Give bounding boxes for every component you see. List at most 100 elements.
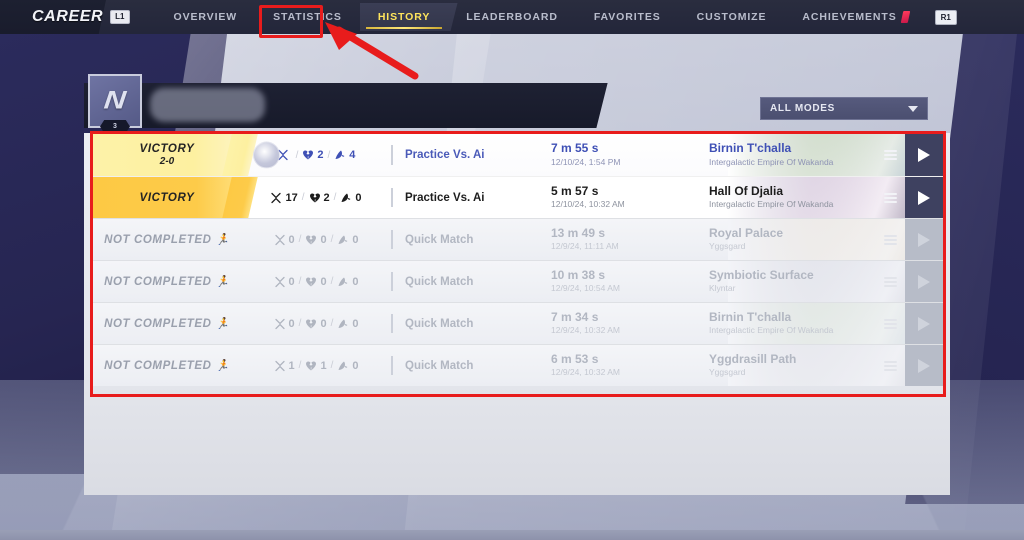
mode-filter-dropdown[interactable]: ALL MODES [760, 97, 928, 120]
match-mode-cell: Practice Vs. Ai [391, 134, 551, 176]
stat-separator: / [298, 276, 302, 287]
match-mode-cell: Practice Vs. Ai [391, 177, 551, 218]
annotation-arrow-icon [325, 22, 419, 80]
play-icon [918, 148, 930, 162]
stat-separator: / [298, 318, 302, 329]
match-details-icon[interactable] [884, 318, 897, 329]
match-details-icon[interactable] [884, 276, 897, 287]
match-duration: 7 m 34 s [551, 309, 599, 324]
match-duration: 7 m 55 s [551, 141, 599, 156]
death-icon [306, 319, 317, 328]
stat-deaths: 0 [305, 233, 327, 246]
match-replay-button[interactable] [905, 134, 943, 176]
match-details-icon[interactable] [884, 360, 897, 371]
r1-button-hint[interactable]: R1 [934, 9, 957, 25]
match-history-row[interactable]: VICTORY 2-0 / 2 / 4 Practice Vs. Ai 7 m … [93, 134, 943, 176]
match-result-cell: NOT COMPLETED 🏃 [93, 261, 241, 302]
mode-filter-value: ALL MODES [770, 103, 836, 114]
stat-separator: / [301, 192, 305, 203]
elimination-icon [274, 360, 285, 371]
l1-button-hint[interactable]: L1 [110, 10, 130, 24]
stat-deaths-value: 2 [317, 149, 324, 161]
match-result-label: VICTORY [139, 191, 195, 204]
stat-separator: / [330, 276, 334, 287]
match-history-row[interactable]: NOT COMPLETED 🏃 0 / 0 / 0 Quick Match 10 … [93, 260, 943, 302]
stat-separator: / [333, 192, 337, 203]
death-icon [306, 277, 317, 286]
match-timestamp: 12/10/24, 10:32 AM [551, 199, 625, 210]
match-history-row[interactable]: NOT COMPLETED 🏃 1 / 1 / 0 Quick Match 6 m… [93, 344, 943, 386]
running-person-icon: 🏃 [215, 276, 230, 288]
play-icon [918, 358, 930, 373]
stat-eliminations-value: 17 [285, 191, 298, 204]
stat-assists: 0 [340, 192, 362, 204]
match-mode-label: Quick Match [405, 317, 474, 330]
match-replay-button[interactable] [905, 177, 943, 218]
stat-assists: 0 [337, 276, 358, 288]
match-timestamp: 12/9/24, 11:11 AM [551, 241, 619, 252]
match-history-row[interactable]: VICTORY 17 / 2 / 0 Practice Vs. Ai 5 m 5… [93, 176, 943, 218]
tab-customize[interactable]: CUSTOMIZE [679, 3, 785, 31]
match-timestamp: 12/9/24, 10:32 AM [551, 325, 620, 336]
stat-eliminations: 17 [270, 191, 298, 204]
career-brand: CAREER L1 [32, 8, 130, 26]
tab-favorites[interactable]: FAVORITES [576, 3, 679, 31]
stat-separator: / [330, 234, 334, 245]
tab-achievements[interactable]: ACHIEVEMENTS [784, 3, 926, 31]
match-timestamp: 12/9/24, 10:54 AM [551, 283, 620, 294]
match-stats-cell: / 2 / 4 [241, 134, 391, 176]
match-replay-button[interactable] [905, 303, 943, 344]
stat-deaths: 0 [305, 276, 327, 288]
match-details-icon[interactable] [884, 192, 897, 203]
match-result-cell: VICTORY [93, 177, 241, 218]
death-icon [306, 235, 317, 244]
stat-assists-value: 0 [352, 275, 359, 288]
assist-icon [338, 235, 348, 244]
match-result-label: NOT COMPLETED 🏃 [104, 318, 230, 330]
stat-separator: / [330, 360, 334, 371]
match-history-row[interactable]: NOT COMPLETED 🏃 0 / 0 / 0 Quick Match 13 … [93, 218, 943, 260]
stat-deaths: 1 [305, 360, 327, 372]
stat-deaths-value: 0 [320, 317, 327, 330]
match-replay-button[interactable] [905, 219, 943, 260]
chevron-down-icon [908, 105, 918, 112]
match-replay-button[interactable] [905, 345, 943, 386]
match-map-cell: Hall Of Djalia Intergalactic Empire Of W… [699, 177, 943, 218]
stat-assists: 0 [337, 234, 358, 246]
match-stats-cell: 0 / 0 / 0 [241, 303, 391, 344]
match-duration: 10 m 38 s [551, 267, 606, 282]
elimination-icon [274, 276, 285, 287]
avatar-logo-icon: N [102, 86, 128, 115]
match-timestamp: 12/10/24, 1:54 PM [551, 156, 621, 167]
stat-deaths: 0 [305, 317, 327, 330]
match-replay-button[interactable] [905, 261, 943, 302]
assist-icon [341, 193, 351, 202]
match-time-cell: 7 m 34 s 12/9/24, 10:32 AM [551, 303, 699, 344]
avatar[interactable]: N 3 [88, 74, 142, 133]
tab-overview[interactable]: OVERVIEW [156, 3, 256, 31]
match-mode-cell: Quick Match [391, 303, 551, 344]
play-icon [918, 316, 930, 331]
match-history-row[interactable]: NOT COMPLETED 🏃 0 / 0 / 0 Quick Match 7 m… [93, 302, 943, 344]
match-result-label: NOT COMPLETED 🏃 [104, 360, 230, 372]
stat-assists-value: 0 [352, 233, 359, 246]
stat-deaths: 2 [302, 149, 324, 161]
stat-assists: 0 [337, 318, 358, 330]
tab-achievements-label: ACHIEVEMENTS [802, 11, 897, 23]
match-result-label: NOT COMPLETED 🏃 [104, 276, 230, 288]
match-details-icon[interactable] [884, 234, 897, 245]
stat-separator: / [327, 149, 331, 161]
match-result-label: VICTORY [139, 143, 195, 155]
stat-deaths-value: 0 [320, 233, 327, 246]
elimination-icon [274, 234, 285, 245]
match-details-icon[interactable] [884, 150, 897, 160]
match-history-list: VICTORY 2-0 / 2 / 4 Practice Vs. Ai 7 m … [93, 134, 943, 386]
running-person-icon: 🏃 [215, 234, 230, 246]
tab-leaderboard[interactable]: LEADERBOARD [448, 3, 576, 31]
play-icon [918, 190, 930, 205]
match-result-cell: NOT COMPLETED 🏃 [93, 219, 241, 260]
stat-assists: 4 [334, 149, 355, 161]
stat-eliminations-value: 0 [288, 317, 295, 330]
player-name-redacted [150, 88, 265, 122]
elimination-icon [271, 192, 282, 203]
